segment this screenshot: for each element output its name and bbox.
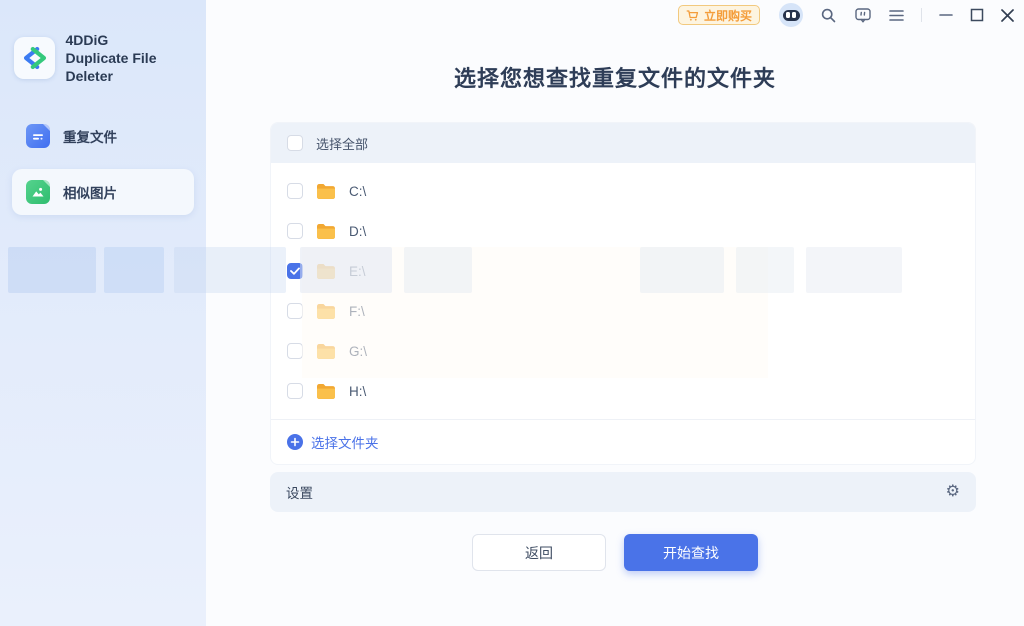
drive-list: C:\ D:\ E:\ xyxy=(271,163,975,419)
sidebar-item-similar-images[interactable]: 相似图片 xyxy=(12,169,194,215)
folder-icon xyxy=(316,223,336,239)
duplicate-file-icon xyxy=(26,124,50,148)
search-icon xyxy=(820,7,837,24)
drive-row[interactable]: G:\ xyxy=(271,331,975,371)
drive-label: E:\ xyxy=(349,264,366,279)
assistant-bot-button[interactable] xyxy=(779,3,803,27)
drive-checkbox[interactable] xyxy=(287,343,303,359)
app-title-line2: Duplicate File Deleter xyxy=(65,49,206,85)
drive-checkbox[interactable] xyxy=(287,183,303,199)
folder-icon xyxy=(316,183,336,199)
add-folder-button[interactable]: 选择文件夹 xyxy=(271,419,975,464)
drive-row[interactable]: F:\ xyxy=(271,291,975,331)
drive-row[interactable]: C:\ xyxy=(271,171,975,211)
drive-row[interactable]: D:\ xyxy=(271,211,975,251)
app-logo: 4DDiG Duplicate File Deleter xyxy=(14,31,206,86)
drive-checkbox[interactable] xyxy=(287,383,303,399)
drive-label: H:\ xyxy=(349,384,366,399)
select-all-row[interactable]: 选择全部 xyxy=(271,123,975,163)
add-folder-label: 选择文件夹 xyxy=(311,432,379,452)
feedback-bubble-icon xyxy=(854,7,872,24)
folder-icon xyxy=(316,343,336,359)
robot-icon xyxy=(779,3,803,27)
page-title: 选择您想查找重复文件的文件夹 xyxy=(206,61,1024,93)
settings-label: 设置 xyxy=(286,482,313,502)
hamburger-menu-icon xyxy=(889,9,904,22)
app-logo-icon xyxy=(14,37,55,79)
cart-icon xyxy=(686,9,699,22)
minimize-button[interactable] xyxy=(939,8,953,22)
drive-checkbox[interactable] xyxy=(287,303,303,319)
buy-now-label: 立即购买 xyxy=(704,7,752,24)
similar-image-icon xyxy=(26,180,50,204)
sidebar-nav: 重复文件 相似图片 xyxy=(12,113,194,215)
drive-row[interactable]: E:\ xyxy=(271,251,975,291)
app-title: 4DDiG Duplicate File Deleter xyxy=(65,31,206,86)
sidebar-item-label: 重复文件 xyxy=(63,126,117,146)
folder-icon xyxy=(316,263,336,279)
menu-button[interactable] xyxy=(889,9,904,22)
drive-label: D:\ xyxy=(349,224,366,239)
add-circle-icon xyxy=(287,434,303,450)
gear-icon[interactable]: ⚙ xyxy=(946,484,960,500)
drive-row[interactable]: H:\ xyxy=(271,371,975,411)
feedback-button[interactable] xyxy=(854,7,872,24)
folder-icon xyxy=(316,383,336,399)
drive-checkbox[interactable] xyxy=(287,223,303,239)
sidebar-item-label: 相似图片 xyxy=(63,182,117,202)
select-all-label: 选择全部 xyxy=(316,134,368,153)
close-button[interactable] xyxy=(1001,9,1014,22)
folder-icon xyxy=(316,303,336,319)
drive-checkbox[interactable] xyxy=(287,263,303,279)
back-button[interactable]: 返回 xyxy=(472,534,606,571)
drive-label: C:\ xyxy=(349,184,366,199)
titlebar-divider xyxy=(921,8,922,22)
settings-bar[interactable]: 设置 ⚙ xyxy=(270,472,976,512)
search-button[interactable] xyxy=(820,7,837,24)
start-search-button[interactable]: 开始查找 xyxy=(624,534,758,571)
app-title-line1: 4DDiG xyxy=(65,31,206,49)
titlebar: 立即购买 xyxy=(678,0,1024,30)
folder-select-panel: 选择全部 C:\ D:\ xyxy=(270,122,976,465)
app-window: 4DDiG Duplicate File Deleter 重复文件 xyxy=(0,0,1024,626)
buy-now-button[interactable]: 立即购买 xyxy=(678,5,760,25)
sidebar: 4DDiG Duplicate File Deleter 重复文件 xyxy=(0,0,206,626)
drive-label: F:\ xyxy=(349,304,365,319)
sidebar-item-duplicate-files[interactable]: 重复文件 xyxy=(12,113,194,159)
action-buttons: 返回 开始查找 xyxy=(206,534,1024,571)
drive-label: G:\ xyxy=(349,344,367,359)
select-all-checkbox[interactable] xyxy=(287,135,303,151)
maximize-button[interactable] xyxy=(970,8,984,22)
